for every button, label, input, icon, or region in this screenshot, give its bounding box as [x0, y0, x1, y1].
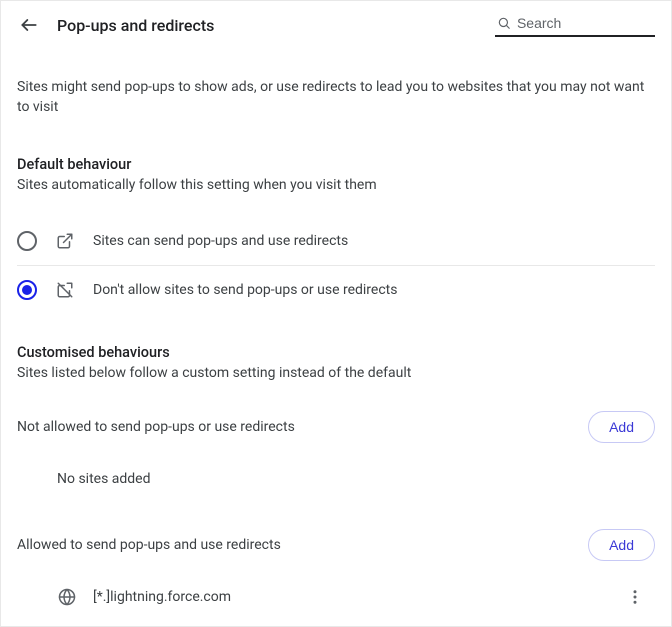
globe-icon [57, 587, 77, 607]
back-button[interactable] [17, 13, 41, 37]
add-allowed-button[interactable]: Add [588, 529, 655, 561]
search-field[interactable] [495, 13, 655, 37]
search-icon [497, 15, 511, 31]
radio-selected-icon [17, 280, 37, 300]
radio-option-allow[interactable]: Sites can send pop-ups and use redirects [17, 217, 655, 265]
more-vert-icon [626, 588, 644, 606]
search-input[interactable] [517, 15, 653, 31]
blocked-list-title: Not allowed to send pop-ups or use redir… [17, 419, 295, 435]
default-behaviour-title: Default behaviour [17, 126, 655, 177]
open-in-new-blocked-icon [55, 280, 75, 300]
radio-option-allow-label: Sites can send pop-ups and use redirects [93, 233, 348, 249]
add-blocked-button[interactable]: Add [588, 411, 655, 443]
radio-option-block-label: Don't allow sites to send pop-ups or use… [93, 282, 397, 298]
intro-text: Sites might send pop-ups to show ads, or… [17, 57, 655, 126]
customised-title: Customised behaviours [17, 314, 655, 365]
radio-unselected-icon [17, 231, 37, 251]
allowed-site-pattern: [*.]lightning.force.com [93, 589, 607, 605]
radio-option-block[interactable]: Don't allow sites to send pop-ups or use… [17, 265, 655, 314]
site-more-button[interactable] [623, 585, 647, 609]
default-behaviour-sub: Sites automatically follow this setting … [17, 177, 655, 193]
customised-sub: Sites listed below follow a custom setti… [17, 365, 655, 381]
open-in-new-icon [55, 231, 75, 251]
arrow-left-icon [19, 15, 39, 35]
allowed-list-title: Allowed to send pop-ups and use redirect… [17, 537, 281, 553]
page-title: Pop-ups and redirects [57, 16, 214, 35]
blocked-empty-text: No sites added [17, 443, 655, 499]
allowed-site-row: [*.]lightning.force.com [17, 561, 655, 609]
